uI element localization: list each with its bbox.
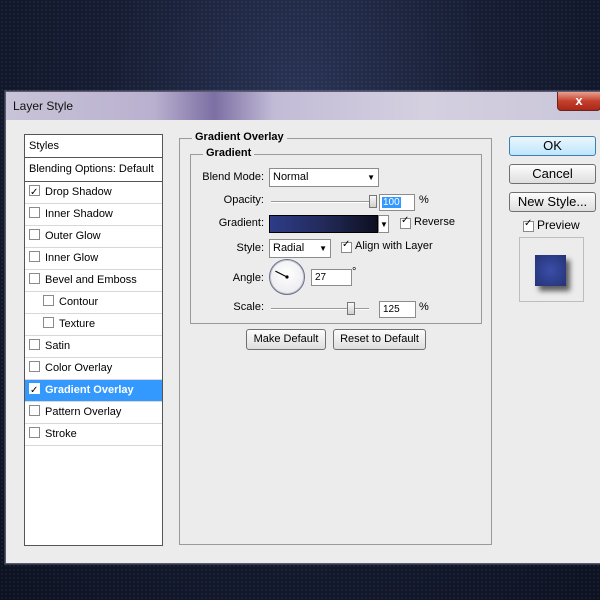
- opacity-unit: %: [419, 194, 429, 206]
- style-item-color-overlay[interactable]: Color Overlay: [25, 358, 162, 380]
- style-select[interactable]: Radial ▼: [269, 239, 331, 258]
- reset-to-default-button[interactable]: Reset to Default: [333, 329, 426, 350]
- reverse-checkbox[interactable]: [400, 215, 411, 229]
- angle-needle-icon: [275, 270, 289, 279]
- style-item-stroke[interactable]: Stroke: [25, 424, 162, 446]
- angle-dial[interactable]: [269, 259, 305, 295]
- style-item-label: Color Overlay: [45, 362, 113, 374]
- style-item-checkbox[interactable]: [29, 380, 40, 401]
- preview-label: Preview: [537, 218, 580, 232]
- style-item-label: Inner Shadow: [45, 208, 113, 220]
- style-item-satin[interactable]: Satin: [25, 336, 162, 358]
- style-item-contour[interactable]: Contour: [25, 292, 162, 314]
- style-item-checkbox[interactable]: [29, 229, 40, 240]
- make-default-button[interactable]: Make Default: [246, 329, 326, 350]
- style-item-drop-shadow[interactable]: Drop Shadow: [25, 182, 162, 204]
- reverse-label: Reverse: [414, 216, 455, 228]
- scale-value: 125: [383, 304, 400, 315]
- gradient-picker[interactable]: [269, 215, 378, 233]
- angle-unit: °: [352, 266, 357, 278]
- opacity-input[interactable]: 100: [379, 194, 415, 211]
- opacity-label: Opacity:: [223, 194, 264, 206]
- dialog-client-area: Styles Blending Options: Default Drop Sh…: [6, 120, 600, 563]
- angle-value: 27: [315, 272, 327, 283]
- style-item-label: Gradient Overlay: [45, 384, 134, 396]
- chevron-down-icon: ▼: [367, 173, 375, 182]
- style-item-checkbox[interactable]: [29, 182, 40, 203]
- style-item-label: Pattern Overlay: [45, 406, 122, 418]
- style-item-gradient-overlay[interactable]: Gradient Overlay: [25, 380, 162, 402]
- angle-input[interactable]: 27: [311, 269, 352, 286]
- style-item-label: Inner Glow: [45, 252, 99, 264]
- blend-mode-value: Normal: [273, 171, 309, 183]
- style-item-checkbox[interactable]: [29, 273, 40, 284]
- scale-input[interactable]: 125: [379, 301, 416, 318]
- style-item-checkbox[interactable]: [43, 295, 54, 306]
- style-item-checkbox[interactable]: [29, 361, 40, 372]
- chevron-down-icon: ▼: [319, 244, 327, 253]
- scale-unit: %: [419, 301, 429, 313]
- layer-style-dialog: Layer Style x Styles Blending Options: D…: [5, 91, 600, 564]
- style-item-label: Contour: [59, 296, 99, 308]
- gradient-label: Gradient:: [218, 217, 264, 229]
- styles-list: Styles Blending Options: Default Drop Sh…: [24, 134, 163, 546]
- style-item-inner-glow[interactable]: Inner Glow: [25, 248, 162, 270]
- style-item-checkbox[interactable]: [29, 207, 40, 218]
- style-item-label: Texture: [59, 318, 96, 330]
- style-item-bevel-and-emboss[interactable]: Bevel and Emboss: [25, 270, 162, 292]
- chevron-down-icon: ▼: [380, 220, 388, 229]
- title-bar[interactable]: Layer Style x: [6, 92, 600, 120]
- scale-label: Scale:: [233, 301, 264, 313]
- style-item-pattern-overlay[interactable]: Pattern Overlay: [25, 402, 162, 424]
- style-item-checkbox[interactable]: [29, 405, 40, 416]
- close-button[interactable]: x: [557, 92, 600, 111]
- style-item-checkbox[interactable]: [43, 317, 54, 328]
- style-item-label: Bevel and Emboss: [45, 274, 137, 286]
- opacity-value: 100: [382, 197, 401, 208]
- gradient-subgroup: Gradient Blend Mode: Normal ▼ Opacity: 1…: [190, 147, 482, 324]
- scale-slider-thumb[interactable]: [347, 302, 356, 315]
- style-item-checkbox[interactable]: [29, 251, 40, 262]
- style-item-outer-glow[interactable]: Outer Glow: [25, 226, 162, 248]
- opacity-slider-track[interactable]: [271, 201, 375, 203]
- style-value: Radial: [273, 242, 305, 254]
- ok-button[interactable]: OK: [509, 136, 596, 156]
- cancel-button[interactable]: Cancel: [509, 164, 596, 184]
- blending-options-item[interactable]: Blending Options: Default: [25, 158, 162, 182]
- gradient-overlay-title: Gradient Overlay: [192, 131, 287, 143]
- gradient-overlay-group: Gradient Overlay Gradient Blend Mode: No…: [179, 131, 492, 545]
- style-label: Style:: [236, 242, 264, 254]
- style-item-label: Satin: [45, 340, 71, 352]
- preview-swatch: [535, 255, 566, 286]
- blend-mode-label: Blend Mode:: [202, 171, 264, 183]
- style-item-checkbox[interactable]: [29, 339, 40, 350]
- align-with-layer-label: Align with Layer: [355, 240, 433, 252]
- style-preview: [519, 237, 584, 302]
- opacity-slider-thumb[interactable]: [369, 195, 377, 208]
- gradient-dropdown-button[interactable]: ▼: [378, 215, 389, 233]
- style-item-label: Outer Glow: [45, 230, 101, 242]
- style-item-texture[interactable]: Texture: [25, 314, 162, 336]
- style-item-label: Stroke: [45, 428, 77, 440]
- style-item-label: Drop Shadow: [45, 186, 112, 198]
- angle-label: Angle:: [232, 272, 264, 284]
- gradient-subgroup-title: Gradient: [203, 147, 255, 159]
- preview-checkbox[interactable]: [523, 218, 534, 232]
- new-style-button[interactable]: New Style...: [509, 192, 596, 212]
- window-title: Layer Style: [13, 99, 74, 113]
- styles-header[interactable]: Styles: [25, 135, 162, 158]
- blend-mode-select[interactable]: Normal ▼: [269, 168, 379, 187]
- style-item-checkbox[interactable]: [29, 427, 40, 438]
- align-with-layer-checkbox[interactable]: [341, 239, 352, 253]
- style-item-inner-shadow[interactable]: Inner Shadow: [25, 204, 162, 226]
